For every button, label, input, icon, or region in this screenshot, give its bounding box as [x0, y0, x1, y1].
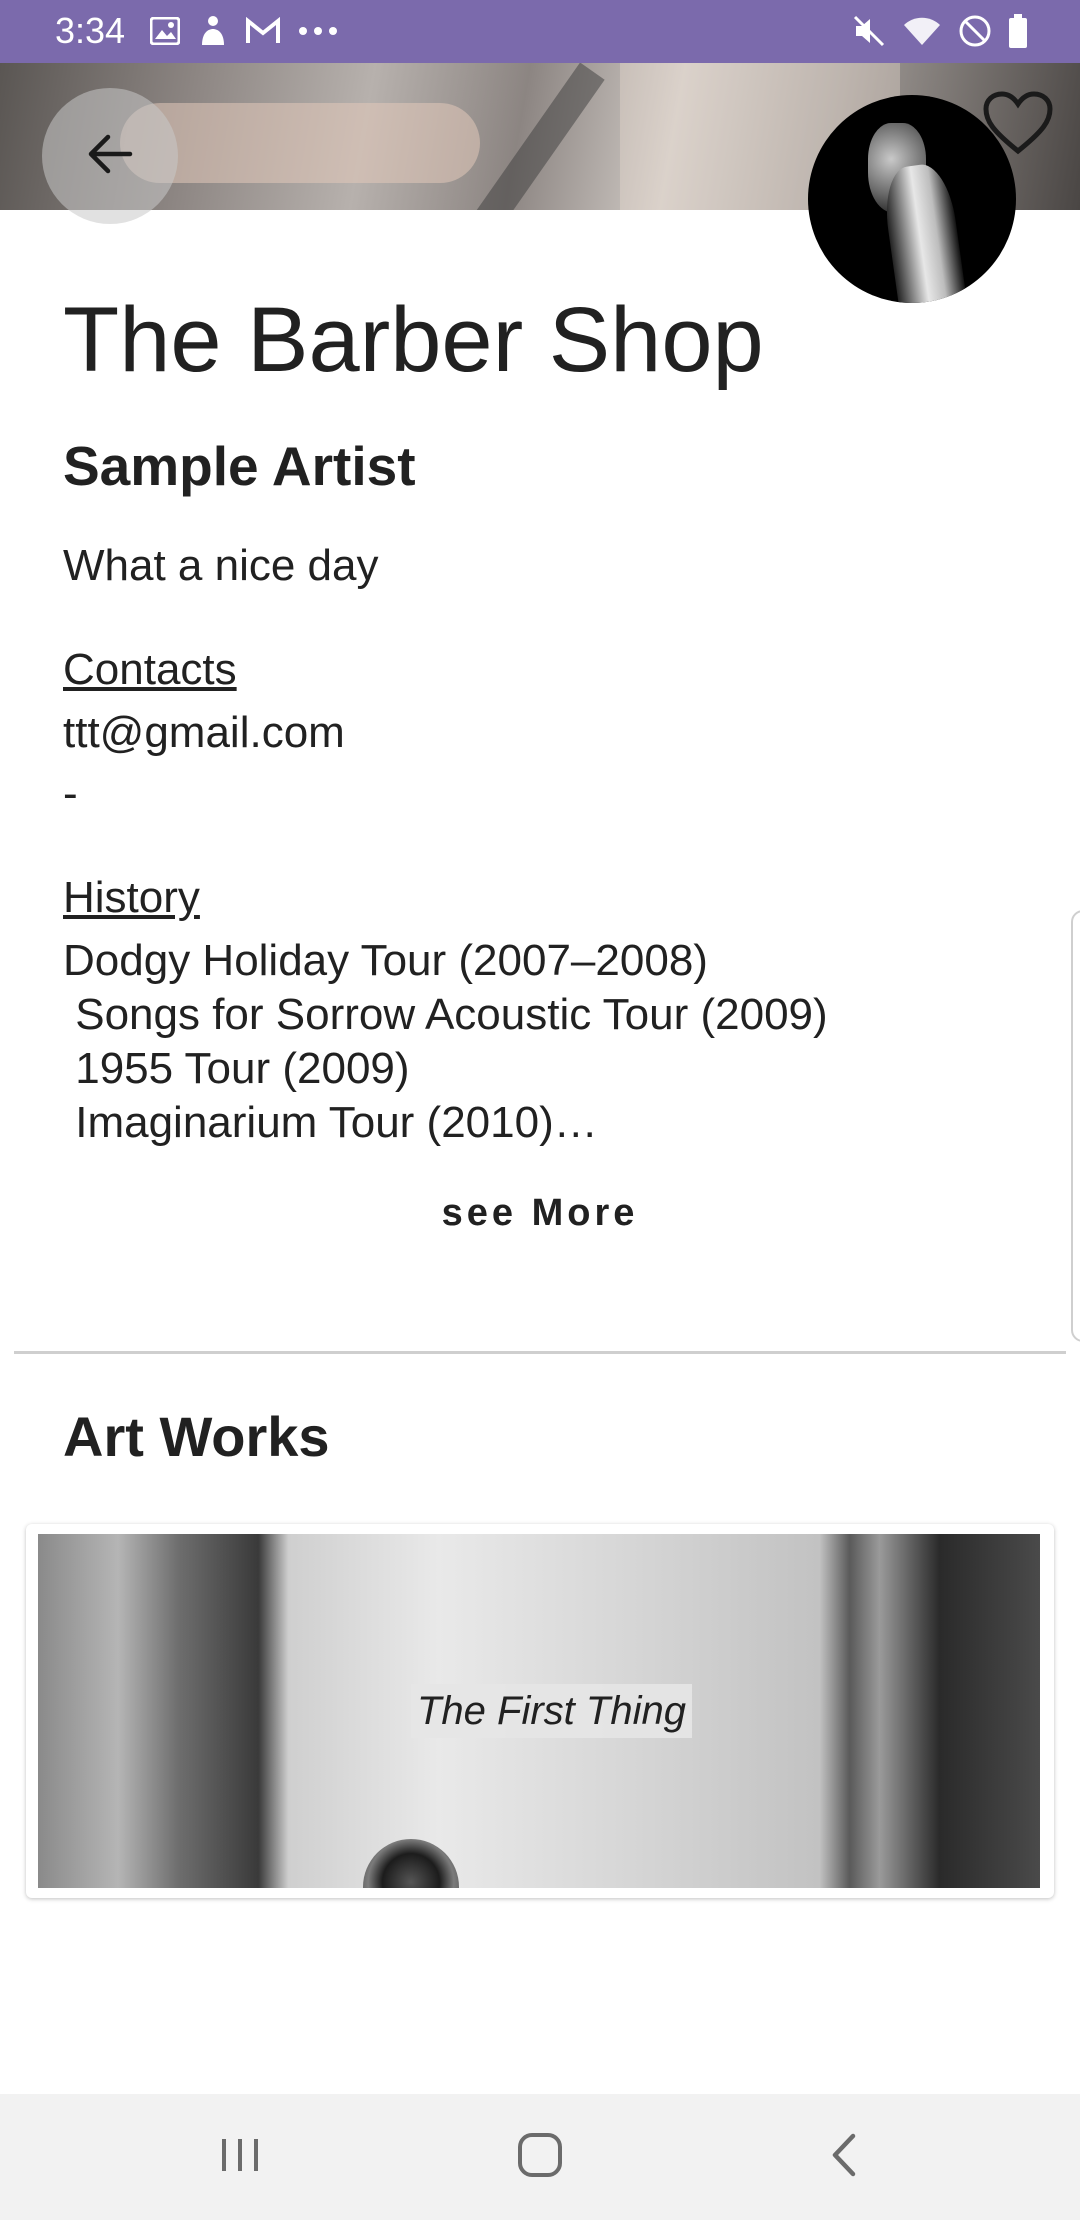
nav-back-button[interactable] [764, 2094, 924, 2220]
recents-icon [218, 2135, 262, 2180]
recents-button[interactable] [160, 2094, 320, 2220]
back-button[interactable] [42, 88, 178, 224]
home-icon [517, 2132, 563, 2183]
status-time: 3:34 [55, 10, 126, 51]
tagline: What a nice day [63, 541, 379, 590]
contacts-label: Contacts [63, 645, 237, 694]
art-work-caption: The First Thing [411, 1684, 692, 1738]
do-not-disturb-icon [958, 14, 992, 48]
side-panel-handle[interactable] [1071, 910, 1080, 1342]
wifi-icon [902, 15, 942, 47]
arrow-back-icon [84, 128, 136, 185]
navigation-bar [0, 2094, 1080, 2220]
see-more-button[interactable]: see More [0, 1192, 1080, 1235]
status-left-icons [150, 14, 338, 48]
artist-avatar [808, 95, 1016, 303]
history-text: Dodgy Holiday Tour (2007–2008) Songs for… [63, 936, 828, 1147]
artist-name: Sample Artist [63, 435, 416, 497]
status-right-icons [852, 12, 1028, 50]
home-button[interactable] [460, 2094, 620, 2220]
gmail-icon [246, 17, 280, 45]
history-label: History [63, 873, 200, 922]
activity-icon [198, 15, 228, 47]
status-bar: 3:34 [0, 0, 1080, 63]
image-icon [150, 17, 180, 45]
nav-back-icon [829, 2132, 859, 2183]
mute-icon [852, 14, 886, 48]
contact-email: ttt@gmail.com [63, 708, 345, 757]
contact-phone: - [63, 769, 78, 818]
divider [14, 1351, 1066, 1354]
art-works-heading: Art Works [63, 1405, 330, 1468]
page-title: The Barber Shop [63, 289, 764, 391]
more-dots-icon [298, 26, 338, 36]
battery-icon [1008, 14, 1028, 48]
